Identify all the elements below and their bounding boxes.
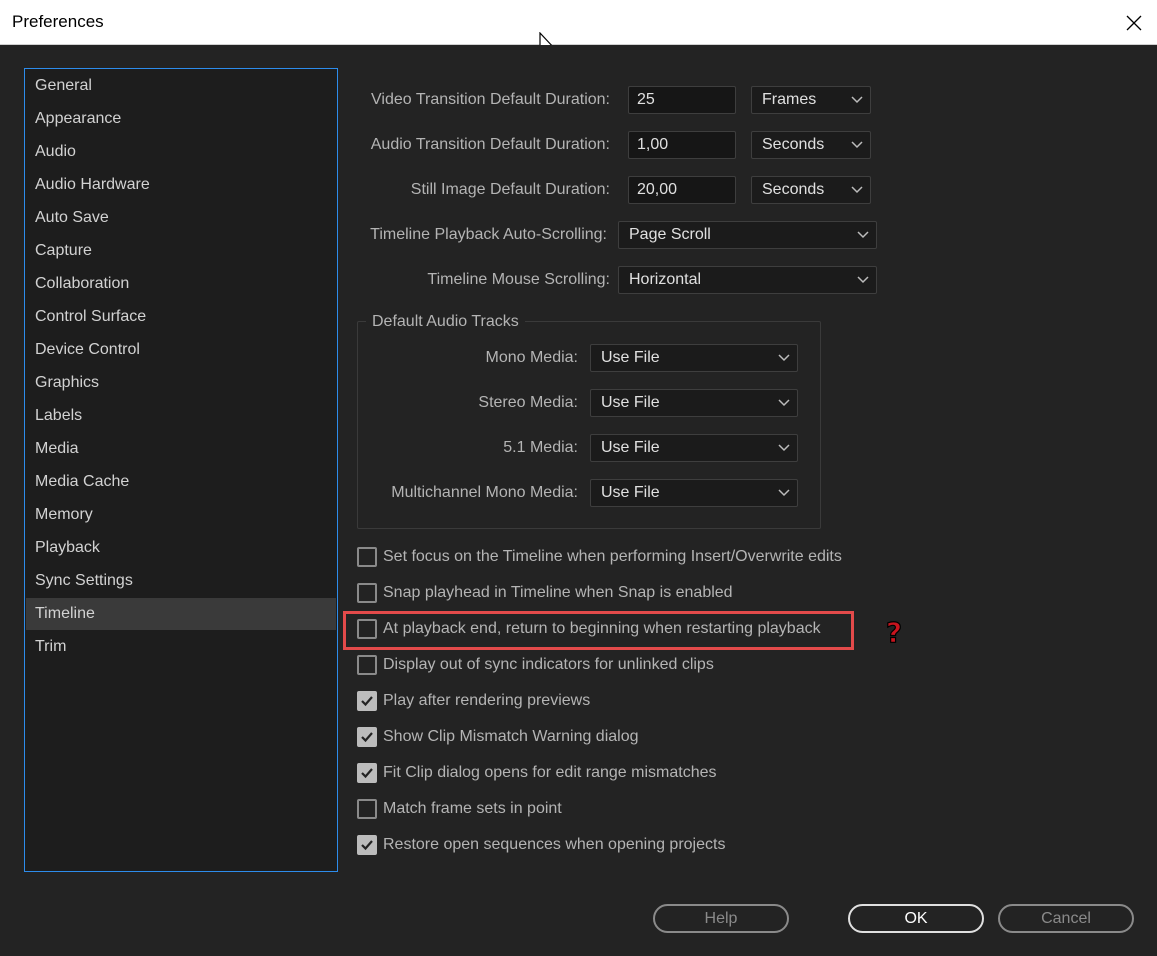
help-button[interactable]: Help [653, 904, 789, 933]
category-media-cache[interactable]: Media Cache [26, 466, 336, 498]
checkmark-icon [361, 732, 373, 743]
checkbox-row-focus-timeline[interactable]: Set focus on the Timeline when performin… [357, 545, 842, 569]
video-transition-label: Video Transition Default Duration: [371, 91, 610, 108]
multichannel-media-label: Multichannel Mono Media: [391, 484, 578, 501]
checkbox-row-match-frame[interactable]: Match frame sets in point [357, 797, 562, 821]
category-timeline[interactable]: Timeline [26, 598, 336, 630]
category-device-control[interactable]: Device Control [26, 334, 336, 366]
focus-timeline-checkbox[interactable] [357, 547, 377, 567]
category-labels[interactable]: Labels [26, 400, 336, 432]
category-auto-save[interactable]: Auto Save [26, 202, 336, 234]
mouse-scrolling-dropdown[interactable]: Horizontal [618, 266, 877, 294]
audio-transition-input[interactable] [628, 131, 736, 159]
dropdown-value: Horizontal [629, 271, 702, 288]
auto-scrolling-dropdown[interactable]: Page Scroll [618, 221, 877, 249]
close-icon [1126, 15, 1142, 30]
category-appearance[interactable]: Appearance [26, 103, 336, 135]
mouse-scrolling-label: Timeline Mouse Scrolling: [427, 271, 610, 288]
category-capture[interactable]: Capture [26, 235, 336, 267]
checkbox-row-snap-playhead[interactable]: Snap playhead in Timeline when Snap is e… [357, 581, 733, 605]
checkbox-label: Display out of sync indicators for unlin… [383, 656, 714, 673]
checkbox-row-out-of-sync[interactable]: Display out of sync indicators for unlin… [357, 653, 714, 677]
multichannel-media-dropdown[interactable]: Use File [590, 479, 798, 507]
video-transition-unit-dropdown[interactable]: Frames [751, 86, 871, 114]
question-glyph: ? [886, 617, 902, 647]
match-frame-checkbox[interactable] [357, 799, 377, 819]
checkbox-label: Fit Clip dialog opens for edit range mis… [383, 764, 717, 781]
checkbox-row-restore-sequences[interactable]: Restore open sequences when opening proj… [357, 833, 725, 857]
checkbox-label: Show Clip Mismatch Warning dialog [383, 728, 639, 745]
out-of-sync-checkbox[interactable] [357, 655, 377, 675]
still-image-label: Still Image Default Duration: [410, 181, 610, 198]
category-audio-hardware[interactable]: Audio Hardware [26, 169, 336, 201]
dropdown-value: Page Scroll [629, 226, 711, 243]
restore-sequences-checkbox[interactable] [357, 835, 377, 855]
dropdown-value: Seconds [762, 181, 825, 198]
checkmark-icon [361, 840, 373, 851]
snap-playhead-checkbox[interactable] [357, 583, 377, 603]
checkbox-label: Set focus on the Timeline when performin… [383, 548, 842, 565]
chevron-down-icon [778, 399, 790, 407]
title-bar: Preferences [0, 0, 1157, 45]
dropdown-value: Seconds [762, 136, 825, 153]
dropdown-value: Use File [601, 394, 660, 411]
highlight-annotation-box [343, 611, 854, 650]
checkbox-label: Match frame sets in point [383, 800, 562, 817]
chevron-down-icon [851, 96, 863, 104]
checkmark-icon [361, 696, 373, 707]
category-control-surface[interactable]: Control Surface [26, 301, 336, 333]
chevron-down-icon [778, 354, 790, 362]
auto-scrolling-label: Timeline Playback Auto-Scrolling: [370, 226, 607, 243]
chevron-down-icon [778, 489, 790, 497]
play-after-render-checkbox[interactable] [357, 691, 377, 711]
category-media[interactable]: Media [26, 433, 336, 465]
surround-media-dropdown[interactable]: Use File [590, 434, 798, 462]
chevron-down-icon [857, 231, 869, 239]
checkmark-icon [361, 768, 373, 779]
still-image-input[interactable] [628, 176, 736, 204]
dropdown-value: Frames [762, 91, 817, 108]
checkbox-label: Restore open sequences when opening proj… [383, 836, 726, 853]
mono-media-label: Mono Media: [485, 349, 579, 366]
mono-media-dropdown[interactable]: Use File [590, 344, 798, 372]
cancel-button[interactable]: Cancel [998, 904, 1134, 933]
stereo-media-dropdown[interactable]: Use File [590, 389, 798, 417]
audio-transition-unit-dropdown[interactable]: Seconds [751, 131, 871, 159]
still-image-unit-dropdown[interactable]: Seconds [751, 176, 871, 204]
category-audio[interactable]: Audio [26, 136, 336, 168]
stereo-media-label: Stereo Media: [478, 394, 578, 411]
category-memory[interactable]: Memory [26, 499, 336, 531]
checkbox-label: Snap playhead in Timeline when Snap is e… [383, 584, 733, 601]
chevron-down-icon [857, 276, 869, 284]
question-icon: ? [885, 617, 902, 647]
chevron-down-icon [851, 186, 863, 194]
category-collaboration[interactable]: Collaboration [26, 268, 336, 300]
chevron-down-icon [778, 444, 790, 452]
checkbox-row-clip-mismatch[interactable]: Show Clip Mismatch Warning dialog [357, 725, 639, 749]
window-title: Preferences [12, 12, 104, 31]
category-graphics[interactable]: Graphics [26, 367, 336, 399]
category-trim[interactable]: Trim [26, 631, 336, 663]
category-sync-settings[interactable]: Sync Settings [26, 565, 336, 597]
checkbox-label: Play after rendering previews [383, 692, 591, 709]
clip-mismatch-checkbox[interactable] [357, 727, 377, 747]
surround-media-label: 5.1 Media: [503, 439, 578, 456]
category-general[interactable]: General [26, 70, 336, 102]
close-button[interactable] [1111, 0, 1157, 45]
dropdown-value: Use File [601, 484, 660, 501]
dropdown-value: Use File [601, 439, 660, 456]
audio-transition-label: Audio Transition Default Duration: [370, 136, 610, 153]
default-audio-tracks-title: Default Audio Tracks [366, 313, 525, 331]
ok-button[interactable]: OK [848, 904, 984, 933]
checkbox-row-fit-clip[interactable]: Fit Clip dialog opens for edit range mis… [357, 761, 717, 785]
dropdown-value: Use File [601, 349, 660, 366]
checkbox-row-play-after-render[interactable]: Play after rendering previews [357, 689, 590, 713]
category-playback[interactable]: Playback [26, 532, 336, 564]
chevron-down-icon [851, 141, 863, 149]
fit-clip-checkbox[interactable] [357, 763, 377, 783]
category-list[interactable]: General Appearance Audio Audio Hardware … [24, 68, 338, 872]
video-transition-input[interactable] [628, 86, 736, 114]
